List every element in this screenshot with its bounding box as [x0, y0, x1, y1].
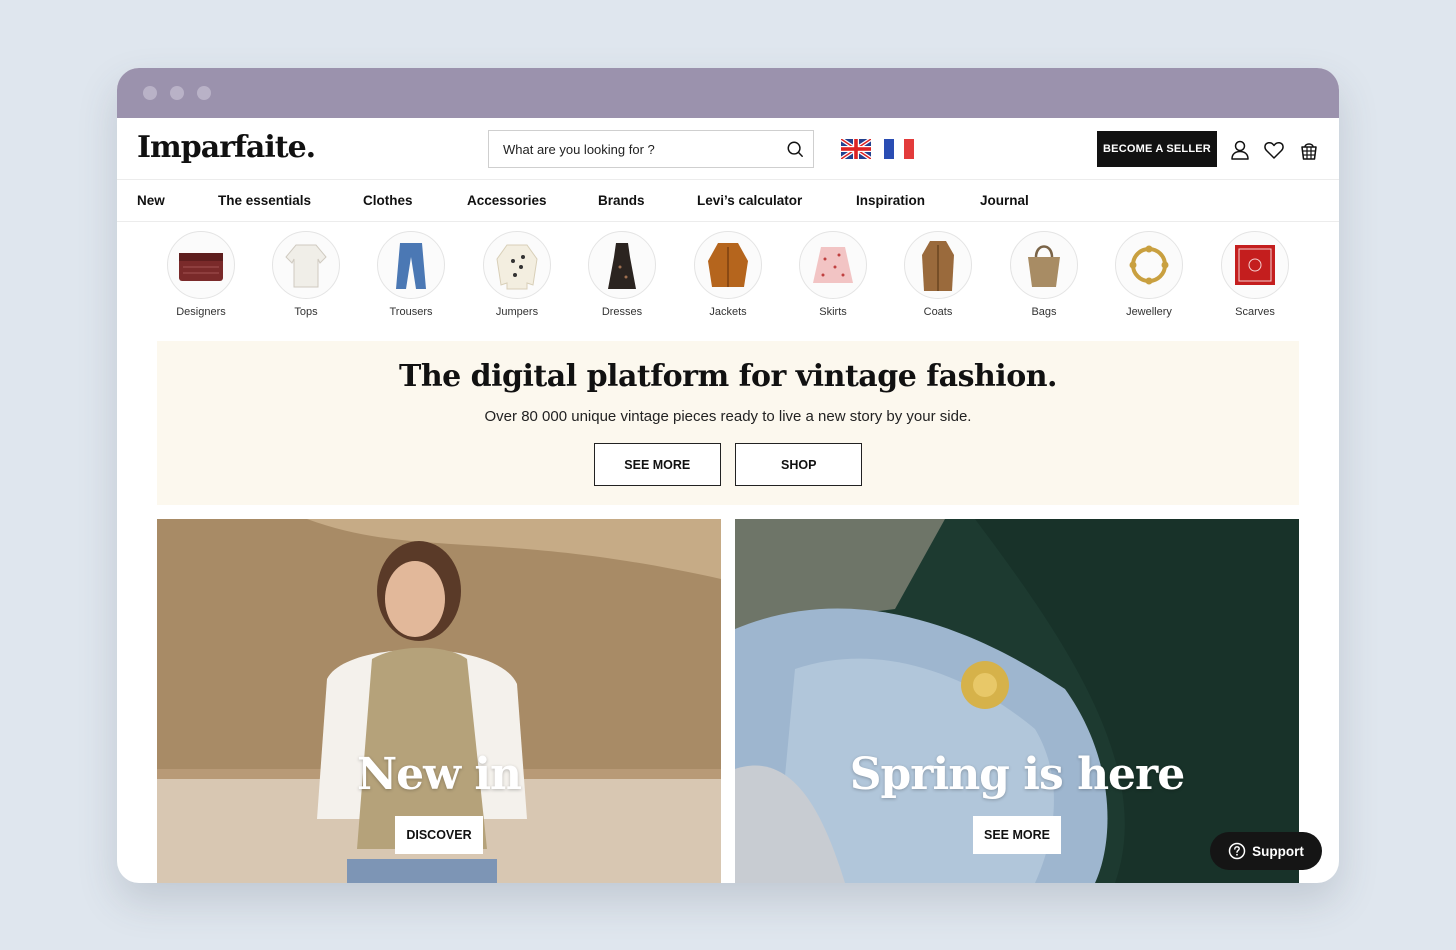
hero-see-more-button[interactable]: SEE MORE	[593, 443, 721, 486]
category-label: Jackets	[709, 306, 747, 318]
category-label: Jumpers	[495, 306, 539, 318]
scarves-thumbnail	[1221, 231, 1289, 299]
category-label: Dresses	[601, 306, 643, 318]
search-box	[488, 130, 814, 168]
category-scarves[interactable]: Scarves	[1205, 231, 1305, 318]
hero-subtitle: Over 80 000 unique vintage pieces ready …	[484, 408, 972, 425]
category-label: Coats	[923, 306, 953, 318]
nav-item-brands[interactable]: Brands	[598, 193, 645, 208]
nav-item-clothes[interactable]: Clothes	[363, 193, 413, 208]
coats-thumbnail	[904, 231, 972, 299]
browser-window: Imparfaite. BECOME A SELLER	[117, 68, 1339, 883]
window-close-dot[interactable]	[143, 86, 157, 100]
dresses-thumbnail	[588, 231, 656, 299]
category-label: Bags	[1031, 306, 1057, 318]
user-icon[interactable]	[1229, 139, 1251, 161]
category-trousers[interactable]: Trousers	[361, 231, 461, 318]
category-dresses[interactable]: Dresses	[572, 231, 672, 318]
category-label: Tops	[294, 306, 318, 318]
promo-title: Spring is here	[849, 749, 1185, 800]
category-jackets[interactable]: Jackets	[678, 231, 778, 318]
become-seller-button[interactable]: BECOME A SELLER	[1097, 131, 1217, 167]
search-input[interactable]	[489, 131, 769, 167]
window-minimize-dot[interactable]	[170, 86, 184, 100]
heart-icon[interactable]	[1263, 139, 1285, 161]
category-label: Skirts	[819, 306, 847, 318]
hero-buttons: SEE MORE SHOP	[157, 443, 1299, 486]
nav-item-inspiration[interactable]: Inspiration	[856, 193, 925, 208]
category-label: Designers	[176, 306, 226, 318]
nav-item-new[interactable]: New	[137, 193, 165, 208]
category-label: Scarves	[1235, 306, 1275, 318]
help-icon	[1228, 842, 1246, 860]
category-label: Jewellery	[1126, 306, 1172, 318]
category-coats[interactable]: Coats	[888, 231, 988, 318]
hero-shop-button[interactable]: SHOP	[735, 443, 863, 486]
trousers-thumbnail	[377, 231, 445, 299]
promo-new-in[interactable]: New in DISCOVER	[157, 519, 721, 883]
site-logo[interactable]: Imparfaite.	[137, 130, 316, 165]
tops-thumbnail	[272, 231, 340, 299]
basket-icon[interactable]	[1298, 139, 1320, 161]
support-button[interactable]: Support	[1210, 832, 1322, 870]
window-titlebar	[117, 68, 1339, 118]
site-header: Imparfaite. BECOME A SELLER	[117, 118, 1339, 180]
window-maximize-dot[interactable]	[197, 86, 211, 100]
category-skirts[interactable]: Skirts	[783, 231, 883, 318]
spring-see-more-button[interactable]: SEE MORE	[973, 816, 1061, 854]
uk-flag-icon[interactable]	[841, 139, 871, 159]
bags-thumbnail	[1010, 231, 1078, 299]
nav-item-levis-calculator[interactable]: Levi’s calculator	[697, 193, 802, 208]
category-jewellery[interactable]: Jewellery	[1099, 231, 1199, 318]
main-nav: New The essentials Clothes Accessories B…	[117, 181, 1339, 222]
category-label: Trousers	[389, 306, 433, 318]
discover-button[interactable]: DISCOVER	[395, 816, 483, 854]
category-jumpers[interactable]: Jumpers	[467, 231, 567, 318]
nav-item-accessories[interactable]: Accessories	[467, 193, 547, 208]
category-tops[interactable]: Tops	[256, 231, 356, 318]
support-label: Support	[1252, 843, 1304, 859]
category-bags[interactable]: Bags	[994, 231, 1094, 318]
skirts-thumbnail	[799, 231, 867, 299]
jumpers-thumbnail	[483, 231, 551, 299]
jackets-thumbnail	[694, 231, 762, 299]
promo-title: New in	[356, 749, 522, 800]
hero-banner: The digital platform for vintage fashion…	[157, 341, 1299, 505]
promo-spring[interactable]: Spring is here SEE MORE	[735, 519, 1299, 883]
category-designers[interactable]: Designers	[151, 231, 251, 318]
search-icon[interactable]	[786, 140, 804, 158]
nav-item-essentials[interactable]: The essentials	[218, 193, 311, 208]
jewellery-thumbnail	[1115, 231, 1183, 299]
nav-item-journal[interactable]: Journal	[980, 193, 1029, 208]
designers-thumbnail	[167, 231, 235, 299]
category-carousel: Designers Tops Trousers Jumpers Dresses	[117, 231, 1339, 326]
fr-flag-icon[interactable]	[884, 139, 914, 159]
hero-title: The digital platform for vintage fashion…	[399, 359, 1057, 394]
